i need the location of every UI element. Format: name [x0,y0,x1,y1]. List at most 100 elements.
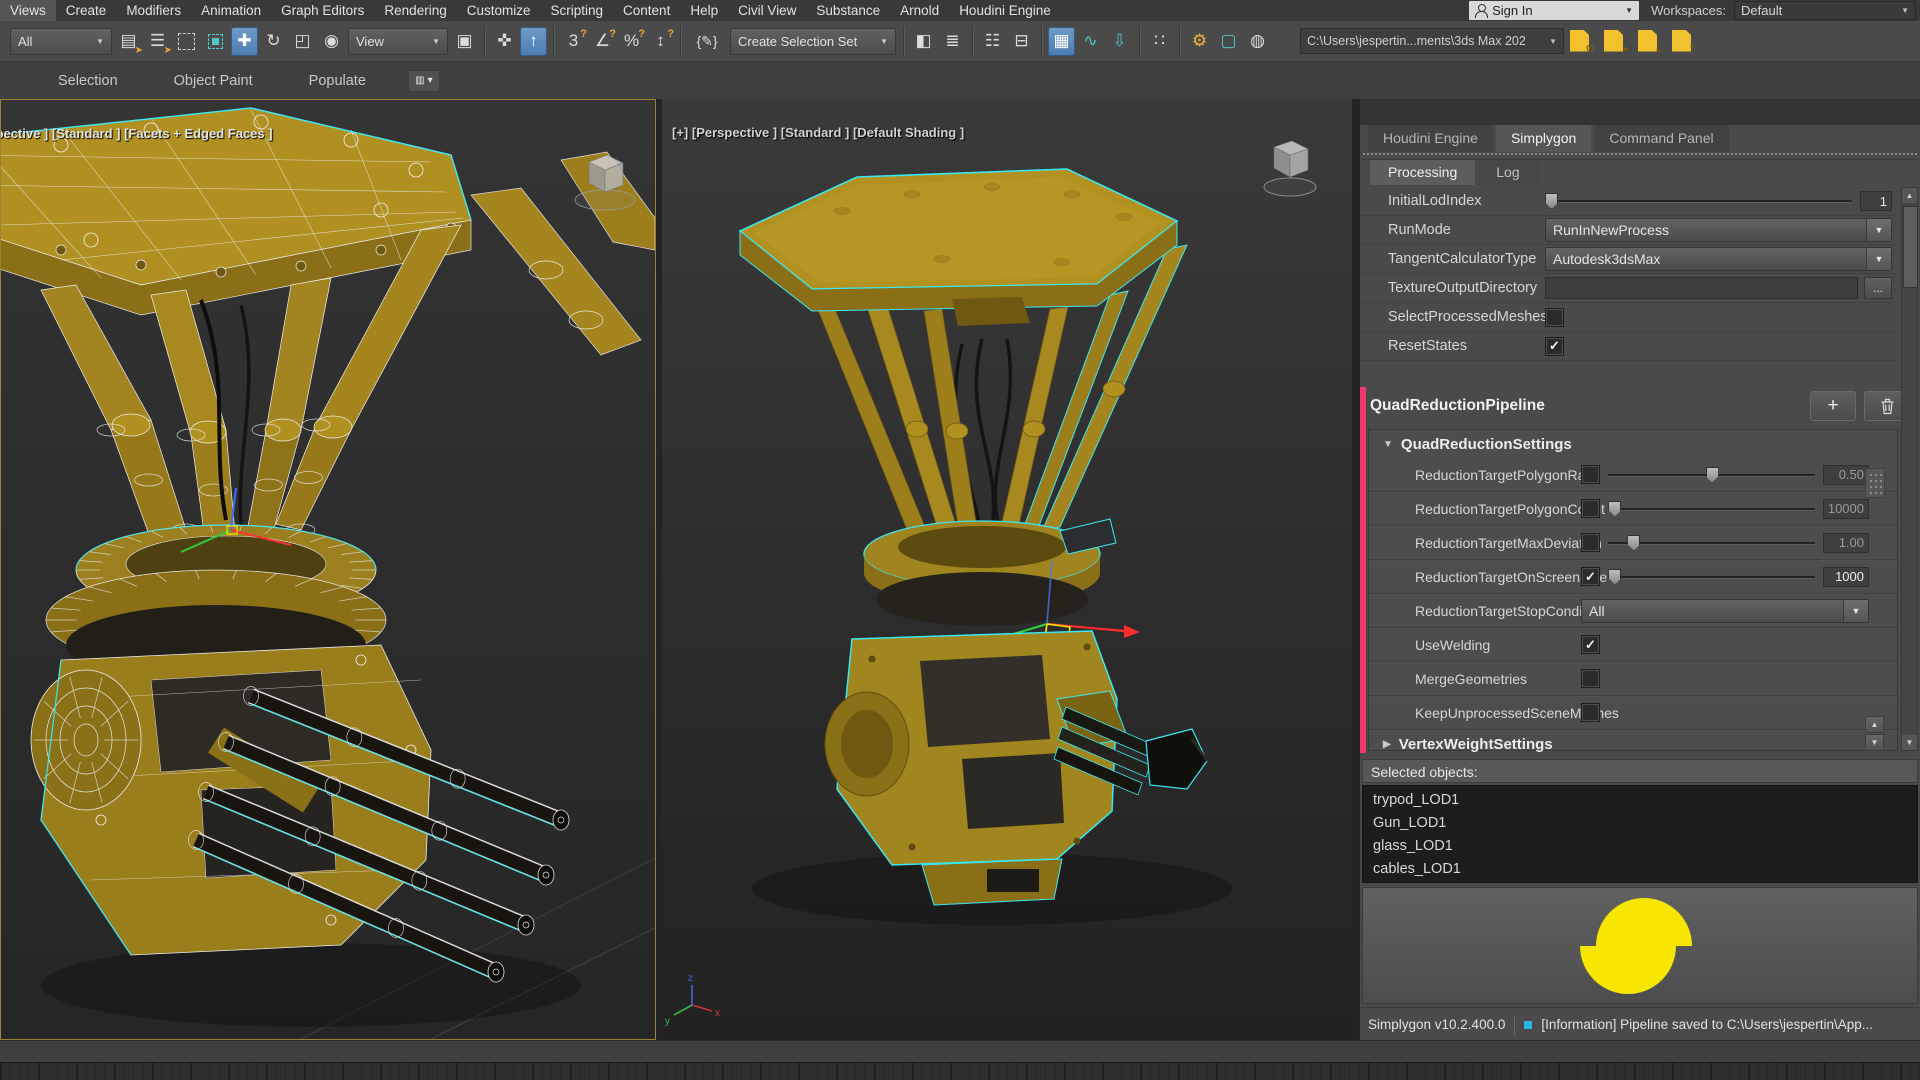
viewport-center-canvas[interactable]: x y z [662,99,1352,1040]
script-import-icon[interactable]: ⇡ [1668,27,1698,56]
subtab-processing[interactable]: Processing [1370,160,1476,185]
script-open-icon[interactable]: ▸ [1600,27,1630,56]
directory-field[interactable] [1545,277,1858,299]
object-glass_lod1[interactable]: glass_LOD1 [1373,835,1917,858]
menu-customize[interactable]: Customize [457,0,541,21]
param-checkbox[interactable] [1581,499,1600,518]
param-checkbox[interactable] [1581,669,1600,688]
param-slider[interactable] [1606,534,1817,552]
add-pipeline-button[interactable]: + [1810,391,1856,421]
workspaces-dropdown[interactable]: Default ▼ [1734,1,1916,20]
ribbon-minimize-button[interactable]: ▥ ▾ [407,69,440,92]
rectangular-selection-region-icon[interactable] [173,27,200,56]
param-value[interactable]: 0.50 [1823,464,1869,485]
render-production-icon[interactable]: ◍ [1244,27,1271,56]
reductiontargetstopcondition-dropdown[interactable]: All ▼ [1581,598,1869,623]
select-and-uniform-scale-icon[interactable]: ◰ [289,27,316,56]
param-slider[interactable] [1606,500,1817,518]
script-export-icon[interactable]: ⇣ [1634,27,1664,56]
percent-snap-toggle-icon[interactable]: %? [618,27,645,56]
mirror-icon[interactable]: ◧ [910,27,937,56]
toggle-ribbon-icon[interactable]: ▦ [1048,26,1075,56]
param-value[interactable]: 1.00 [1823,532,1869,553]
param-slider[interactable] [1606,466,1817,484]
param-slider[interactable] [1545,192,1854,210]
param-checkbox[interactable]: ✓ [1581,635,1600,654]
param-checkbox[interactable]: ✓ [1545,336,1564,356]
slider-handle[interactable] [1627,534,1641,551]
material-editor-icon[interactable]: ∷ [1146,27,1173,56]
param-checkbox[interactable] [1545,307,1564,327]
use-pivot-point-center-icon[interactable]: ▣ [451,27,478,56]
select-by-name-icon[interactable]: ▤ ➤ [115,27,143,56]
runmode-dropdown[interactable]: RunInNewProcess ▼ [1545,218,1892,242]
object-trypod_lod1[interactable]: trypod_LOD1 [1373,789,1917,812]
slider-handle[interactable] [1705,466,1719,483]
edit-named-selection-sets-icon[interactable]: {✎} [687,27,727,56]
viewport-left-label[interactable]: [Perspective ] [Standard ] [Facets + Edg… [1,126,273,141]
ribbon-tab-object-paint[interactable]: Object Paint [146,73,281,89]
select-from-scene-icon[interactable]: ☰ ➤ [144,27,172,56]
script-run-icon[interactable]: ⚙ [1566,27,1596,56]
menu-arnold[interactable]: Arnold [890,0,949,21]
param-value[interactable]: 10000 [1823,498,1869,519]
param-checkbox[interactable] [1581,465,1600,484]
scroll-down-button[interactable]: ▼ [1902,735,1917,750]
viewport-left-canvas[interactable] [1,100,655,1039]
rendered-frame-window-icon[interactable]: ▢ [1215,27,1242,56]
viewport-center[interactable]: x y z [+] [Perspective ] [Standard ] [De… [662,99,1352,1040]
tab-command-panel[interactable]: Command Panel [1594,125,1729,152]
selected-objects-list[interactable]: trypod_LOD1 Gun_LOD1 glass_LOD1 cables_LOD1 [1362,785,1918,883]
select-and-move-icon[interactable]: ✚ [231,26,258,56]
scroll-grip[interactable] [1865,468,1885,498]
param-checkbox[interactable] [1581,703,1600,722]
ribbon-tab-selection[interactable]: Selection [30,73,146,89]
tangentcalculatortype-dropdown[interactable]: Autodesk3dsMax ▼ [1545,247,1892,271]
subtab-log[interactable]: Log [1478,160,1538,185]
param-checkbox[interactable] [1581,533,1600,552]
render-setup-icon[interactable]: ⚙ [1186,27,1213,56]
select-and-manipulate-icon[interactable]: ✜ [491,27,518,56]
toggle-scene-explorer-icon[interactable]: ☷ [979,27,1006,56]
selection-filter-dropdown[interactable]: All ▼ [10,27,112,55]
menu-create[interactable]: Create [56,0,117,21]
viewport-center-label[interactable]: [+] [Perspective ] [Standard ] [Default … [672,125,964,140]
window-crossing-toggle-icon[interactable] [202,27,229,56]
select-and-place-icon[interactable]: ◉ [318,27,345,56]
ribbon-tab-populate[interactable]: Populate [281,73,394,89]
panel-scrollbar[interactable]: ▲ ▼ [1901,187,1918,751]
menu-civil-view[interactable]: Civil View [728,0,806,21]
menu-animation[interactable]: Animation [191,0,271,21]
project-path-field[interactable]: C:\Users\jespertin...ments\3ds Max 202 ▼ [1300,28,1564,54]
menu-help[interactable]: Help [680,0,728,21]
viewport-left[interactable]: [Perspective ] [Standard ] [Facets + Edg… [0,99,656,1040]
schematic-view-icon[interactable]: ⇩ [1106,27,1133,56]
vertex-weight-settings-header[interactable]: ▶ VertexWeightSettings [1369,730,1897,758]
sign-in-button[interactable]: Sign In ▼ [1469,1,1640,20]
snaps-toggle-icon[interactable]: 3? [560,27,587,56]
param-checkbox[interactable]: ✓ [1581,567,1600,586]
menu-substance[interactable]: Substance [806,0,890,21]
named-selection-sets-dropdown[interactable]: Create Selection Set ▼ [730,27,896,55]
menu-houdini-engine[interactable]: Houdini Engine [949,0,1061,21]
param-value[interactable]: 1000 [1823,566,1869,587]
spinner-snap-toggle-icon[interactable]: ↕? [647,27,674,56]
menu-views[interactable]: Views [0,0,56,21]
tab-simplygon[interactable]: Simplygon [1495,125,1592,152]
menu-graph-editors[interactable]: Graph Editors [271,0,374,21]
align-icon[interactable]: ≣ [939,27,966,56]
scroll-up-button[interactable]: ▲ [1865,716,1884,733]
slider-handle[interactable] [1608,500,1622,517]
object-gun_lod1[interactable]: Gun_LOD1 [1373,812,1917,835]
select-and-rotate-icon[interactable]: ↻ [260,27,287,56]
menu-rendering[interactable]: Rendering [374,0,456,21]
toggle-layer-explorer-icon[interactable]: ⊟ [1008,27,1035,56]
param-slider[interactable] [1606,568,1817,586]
angle-snap-toggle-icon[interactable]: ∠? [589,27,616,56]
reference-coordinate-system-dropdown[interactable]: View ▼ [348,27,448,55]
scrollbar-thumb[interactable] [1903,206,1918,288]
keyboard-shortcut-override-icon[interactable]: ↑ [520,26,547,56]
scroll-down-button[interactable]: ▼ [1865,734,1884,751]
tab-houdini-engine[interactable]: Houdini Engine [1368,125,1493,152]
menu-content[interactable]: Content [613,0,680,21]
